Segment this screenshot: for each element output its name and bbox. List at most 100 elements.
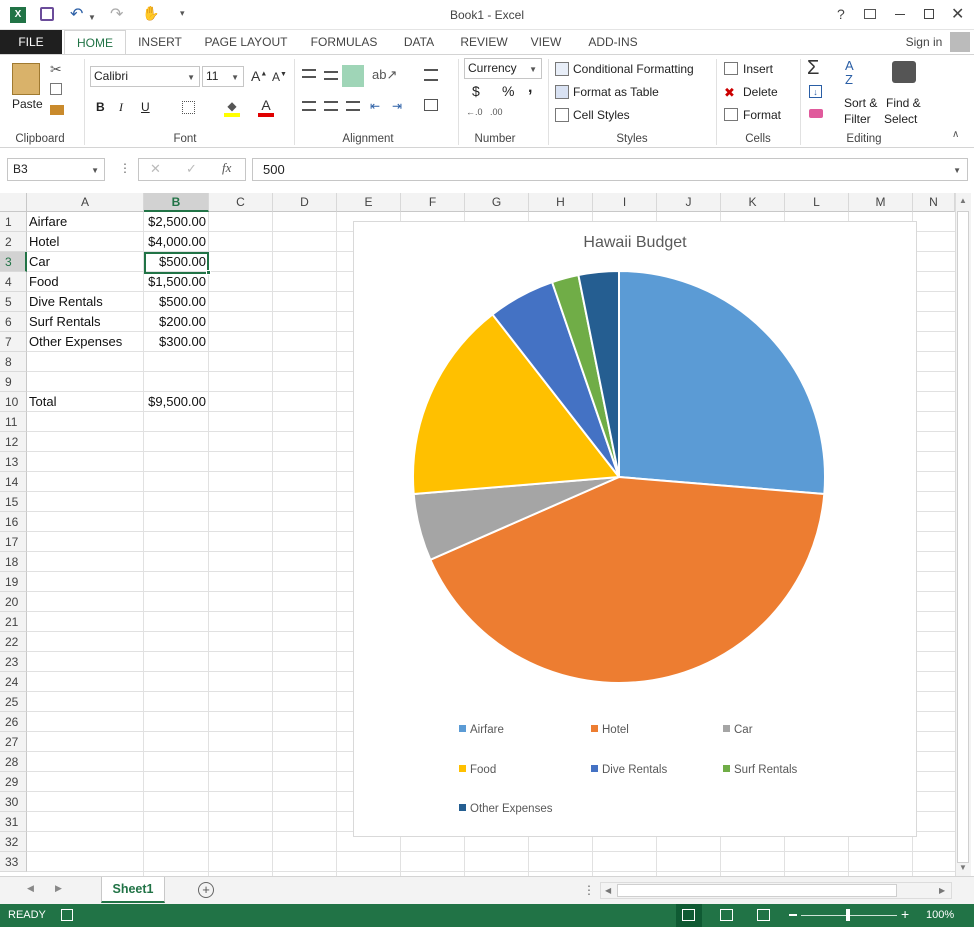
middle-align-icon[interactable] [324,71,338,80]
cell-b4[interactable]: $1,500.00 [144,272,209,292]
row-header-3[interactable]: 3 [0,252,27,272]
cell-a4[interactable]: Food [29,272,143,292]
find-select-icon[interactable] [892,61,916,83]
sheet-tab-sheet1[interactable]: Sheet1 [101,877,165,903]
vertical-scrollbar[interactable]: ▲ ▼ [955,193,971,876]
row-header-24[interactable]: 24 [0,672,27,692]
tab-view[interactable]: VIEW [522,30,570,54]
legend-item-surf-rentals[interactable]: Surf Rentals [723,764,797,776]
fill-color-icon[interactable]: ◆ [224,99,240,117]
cell-a7[interactable]: Other Expenses [29,332,143,352]
row-header-30[interactable]: 30 [0,792,27,812]
scroll-left-icon[interactable]: ◀ [605,886,611,895]
top-align-icon[interactable] [302,69,316,78]
pie-slice-airfare[interactable] [618,269,826,496]
row-header-29[interactable]: 29 [0,772,27,792]
orientation-icon[interactable]: ab↗ [372,67,397,83]
row-header-31[interactable]: 31 [0,812,27,832]
column-header-b[interactable]: B [144,193,209,212]
clear-icon[interactable] [809,109,823,118]
row-header-21[interactable]: 21 [0,612,27,632]
legend-item-other-expenses[interactable]: Other Expenses [459,803,552,815]
row-header-15[interactable]: 15 [0,492,27,512]
cell-b8[interactable] [144,352,209,372]
decrease-decimal-icon[interactable]: .00 [490,107,503,117]
format-cells-icon[interactable] [724,108,738,121]
tab-review[interactable]: REVIEW [452,30,516,54]
format-cells-button[interactable]: Format [743,108,781,122]
column-header-n[interactable]: N [913,193,955,212]
row-header-2[interactable]: 2 [0,232,27,252]
vertical-scroll-thumb[interactable] [957,211,969,863]
cell-b7[interactable]: $300.00 [144,332,209,352]
row-header-7[interactable]: 7 [0,332,27,352]
find-select-label-2[interactable]: Select [884,112,917,126]
column-header-h[interactable]: H [529,193,593,212]
page-layout-view-icon[interactable] [720,909,733,921]
column-header-f[interactable]: F [401,193,465,212]
next-sheet-icon[interactable]: ▶ [55,883,62,894]
grow-font-icon[interactable]: A▲ [251,68,267,84]
tab-split-handle[interactable]: ⋮ [583,883,595,897]
delete-cells-icon[interactable]: ✖ [724,85,735,101]
insert-cells-icon[interactable] [724,62,738,75]
new-sheet-icon[interactable]: + [198,882,214,898]
row-header-25[interactable]: 25 [0,692,27,712]
column-header-l[interactable]: L [785,193,849,212]
sort-filter-label-1[interactable]: Sort & [844,96,877,110]
align-left-icon[interactable] [302,101,316,111]
row-header-4[interactable]: 4 [0,272,27,292]
column-header-a[interactable]: A [27,193,144,212]
column-header-m[interactable]: M [849,193,913,212]
column-header-j[interactable]: J [657,193,721,212]
cell-styles-icon[interactable] [555,108,569,122]
row-header-17[interactable]: 17 [0,532,27,552]
cell-b2[interactable]: $4,000.00 [144,232,209,252]
normal-view-icon[interactable] [676,904,702,927]
column-header-d[interactable]: D [273,193,337,212]
format-as-table-button[interactable]: Format as Table [573,85,659,99]
cell-a2[interactable]: Hotel [29,232,143,252]
row-header-6[interactable]: 6 [0,312,27,332]
decrease-indent-icon[interactable]: ⇤ [370,99,380,113]
sort-filter-icon[interactable]: AZ [845,59,854,87]
cell-b10[interactable]: $9,500.00 [144,392,209,412]
underline-button[interactable]: U [141,100,150,114]
column-header-g[interactable]: G [465,193,529,212]
row-header-16[interactable]: 16 [0,512,27,532]
ribbon-display-icon[interactable] [864,9,876,19]
zoom-out-icon[interactable] [789,914,797,916]
comma-style-button[interactable]: , [528,79,532,97]
delete-cells-button[interactable]: Delete [743,85,778,99]
tab-file[interactable]: FILE [0,30,62,54]
row-header-11[interactable]: 11 [0,412,27,432]
percent-style-button[interactable]: % [502,83,514,99]
accounting-format-button[interactable]: $ [472,83,480,99]
cell-a10[interactable]: Total [29,392,143,412]
help-icon[interactable]: ? [837,6,845,22]
chart-container[interactable]: Hawaii Budget Airfare Hotel Car Food Dive Re… [353,221,917,837]
cell-a3[interactable]: Car [29,252,143,272]
zoom-in-icon[interactable]: + [901,906,909,922]
tab-home[interactable]: HOME [64,30,126,55]
row-header-8[interactable]: 8 [0,352,27,372]
font-size-dropdown[interactable]: 11 ▼ [202,66,244,87]
name-box[interactable]: B3 ▼ [7,158,105,181]
cell-b6[interactable]: $200.00 [144,312,209,332]
sort-filter-label-2[interactable]: Filter [844,112,871,126]
collapse-ribbon-icon[interactable]: ∧ [952,129,959,140]
maximize-icon[interactable] [924,9,934,19]
cancel-entry-icon[interactable]: ✕ [150,161,161,177]
wrap-text-icon[interactable] [424,69,438,81]
legend-item-food[interactable]: Food [459,764,496,776]
autosum-icon[interactable]: Σ [807,57,819,80]
row-header-1[interactable]: 1 [0,212,27,232]
find-select-label-1[interactable]: Find & [886,96,921,110]
tab-data[interactable]: DATA [392,30,446,54]
cell-styles-button[interactable]: Cell Styles [573,108,630,122]
copy-icon[interactable] [50,83,62,95]
fill-handle[interactable] [206,270,211,275]
formula-input[interactable]: 500 ▼ [252,158,968,181]
scroll-up-icon[interactable]: ▲ [959,196,967,205]
insert-cells-button[interactable]: Insert [743,62,773,76]
